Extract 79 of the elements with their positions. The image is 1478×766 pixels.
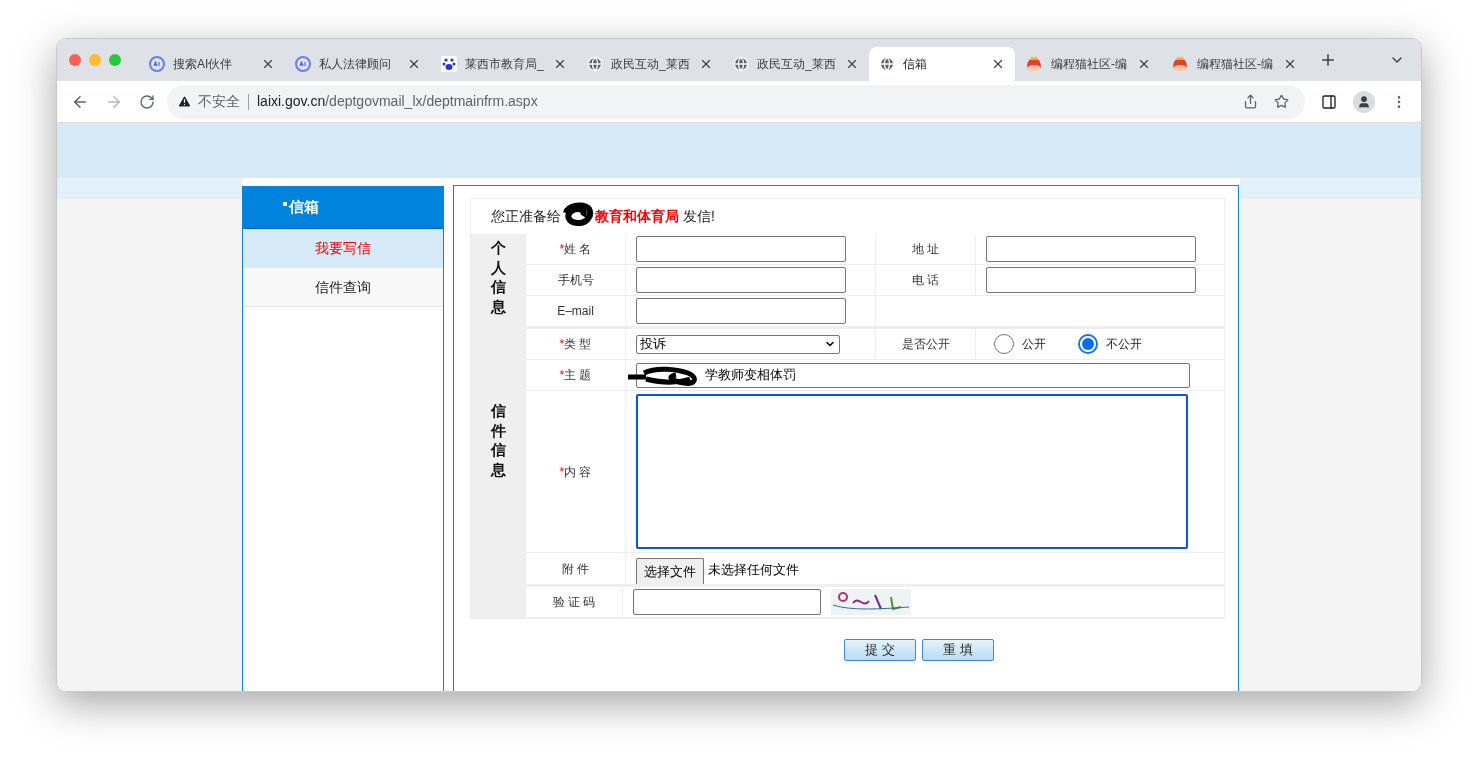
- file-status: 未选择任何文件: [708, 560, 799, 579]
- browser-tab[interactable]: 私人法律顾问: [285, 47, 431, 81]
- text-field[interactable]: [636, 267, 846, 293]
- paw-icon: [441, 56, 457, 72]
- share-icon[interactable]: [1243, 94, 1258, 109]
- text-field[interactable]: [986, 236, 1196, 262]
- field-label: 电 话: [911, 272, 940, 289]
- radio-button[interactable]: [1078, 334, 1098, 354]
- sidebar-item[interactable]: 信件查询: [243, 268, 443, 307]
- field-label: E–mail: [557, 303, 594, 320]
- globe-icon: [733, 56, 749, 72]
- warning-icon[interactable]: [177, 94, 192, 109]
- cat-mascot-icon: [1171, 56, 1189, 72]
- form-button[interactable]: 提 交: [844, 639, 916, 661]
- required-asterisk: *: [559, 336, 565, 353]
- tab-title: 编程猫社区-编: [1051, 56, 1128, 73]
- close-tab-icon[interactable]: [261, 57, 275, 71]
- ai-bubble-icon: [295, 56, 311, 72]
- ai-bubble-icon: [149, 56, 165, 72]
- security-label: 不安全: [198, 92, 240, 111]
- radio-label: 不公开: [1106, 336, 1142, 353]
- globe-icon: [587, 56, 603, 72]
- browser-tab[interactable]: 编程猫社区-编: [1161, 47, 1307, 81]
- type-dropdown[interactable]: 投诉: [636, 334, 840, 354]
- field-label: 附 件: [561, 560, 590, 578]
- browser-tab[interactable]: 编程猫社区-编: [1015, 47, 1161, 81]
- tab-title: 政民互动_莱西: [611, 56, 691, 73]
- required-asterisk: *: [559, 241, 565, 258]
- section-label: 信件信息: [491, 401, 506, 479]
- required-asterisk: *: [559, 463, 565, 481]
- tab-title: 莱西市教育局_: [465, 56, 545, 73]
- close-tab-icon[interactable]: [845, 57, 859, 71]
- field-label: 是否公开: [876, 329, 976, 359]
- close-tab-icon[interactable]: [699, 57, 713, 71]
- tab-title: 编程猫社区-编: [1197, 56, 1274, 73]
- new-tab-icon[interactable]: [1319, 51, 1337, 69]
- text-field[interactable]: [636, 236, 846, 262]
- tab-title: 搜索AI伙伴: [173, 56, 234, 73]
- intro-text: 您正准备给 教育和体育局 发信!: [491, 206, 715, 227]
- url-text: laixi.gov.cn/deptgovmail_lx/deptmainfrm.aspx: [257, 92, 538, 111]
- subject-field[interactable]: 学教师变相体罚: [636, 362, 1190, 388]
- field-label: 地 址: [911, 241, 940, 258]
- address-bar[interactable]: 不安全 laixi.gov.cn/deptgovmail_lx/deptmainfrm.aspx: [167, 84, 1305, 119]
- browser-tab[interactable]: 信箱: [869, 47, 1015, 81]
- field-label: 内 容: [564, 463, 592, 481]
- browser-tab[interactable]: 政民互动_莱西: [577, 47, 723, 81]
- field-label: 验 证 码: [552, 594, 596, 611]
- close-tab-icon[interactable]: [553, 57, 567, 71]
- section-label: 个人信息: [491, 238, 506, 316]
- required-asterisk: *: [559, 367, 565, 384]
- close-tab-icon[interactable]: [1137, 57, 1151, 71]
- field-label: 类 型: [564, 336, 592, 353]
- tab-title: 私人法律顾问: [319, 56, 392, 73]
- text-field[interactable]: [986, 267, 1196, 293]
- close-tab-icon[interactable]: [1283, 57, 1297, 71]
- field-label: 手机号: [557, 272, 594, 289]
- form-button[interactable]: 重 填: [922, 639, 994, 661]
- browser-tab[interactable]: 搜索AI伙伴: [139, 47, 285, 81]
- tab-title: 政民互动_莱西: [757, 56, 837, 73]
- reload-icon[interactable]: [139, 93, 155, 110]
- browser-tab[interactable]: 政民互动_莱西: [723, 47, 869, 81]
- cat-mascot-icon: [1025, 56, 1043, 72]
- close-tab-icon[interactable]: [407, 57, 421, 71]
- content-textarea[interactable]: [636, 394, 1188, 549]
- sidebar-title: 信箱: [289, 197, 319, 218]
- redaction-scribble: [562, 202, 594, 226]
- text-field[interactable]: [636, 298, 846, 324]
- globe-icon: [879, 56, 895, 72]
- radio-label: 公开: [1022, 336, 1046, 353]
- close-tab-icon[interactable]: [991, 57, 1005, 71]
- side-panel-icon[interactable]: [1321, 93, 1337, 110]
- browser-tab[interactable]: 莱西市教育局_: [431, 47, 577, 81]
- field-label: 主 题: [564, 367, 592, 384]
- bookmark-star-icon[interactable]: [1274, 94, 1289, 109]
- field-label: 姓 名: [564, 241, 592, 258]
- choose-file-button[interactable]: 选择文件: [636, 558, 704, 584]
- text-field[interactable]: [633, 589, 821, 615]
- profile-avatar-icon[interactable]: [1353, 90, 1375, 113]
- tab-title: 信箱: [903, 56, 928, 73]
